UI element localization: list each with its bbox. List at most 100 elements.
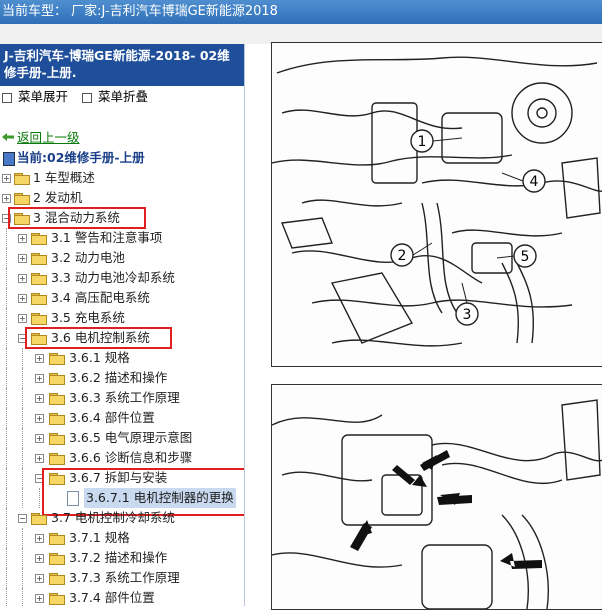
collapse-toggle[interactable]: − xyxy=(18,514,27,523)
expand-toggle[interactable]: + xyxy=(2,174,11,183)
collapse-menu-button[interactable]: 菜单折叠 xyxy=(82,86,148,108)
tree-item-label: 3 混合动力系统 xyxy=(33,210,120,225)
folder-icon xyxy=(31,233,47,245)
back-arrow-icon xyxy=(2,133,14,141)
expand-toggle[interactable]: + xyxy=(35,534,44,543)
collapse-toggle[interactable]: − xyxy=(18,334,27,343)
tree-item-3-6-5[interactable]: + 3.6.5 电气原理示意图 xyxy=(0,428,244,448)
expand-toggle[interactable]: + xyxy=(35,374,44,383)
tree-item-3-1[interactable]: + 3.1 警告和注意事项 xyxy=(0,228,244,248)
tree-item-3-6-4[interactable]: + 3.6.4 部件位置 xyxy=(0,408,244,428)
folder-icon xyxy=(31,253,47,265)
tree-item-3-6[interactable]: − 3.6 电机控制系统 xyxy=(0,327,244,349)
tree-item-3-6-3[interactable]: + 3.6.3 系统工作原理 xyxy=(0,388,244,408)
expand-toggle[interactable]: + xyxy=(18,274,27,283)
tree-item-label: 3.7.1 规格 xyxy=(69,530,130,545)
expand-toggle[interactable]: + xyxy=(35,554,44,563)
tree-item-3-7[interactable]: − 3.7 电机控制冷却系统 xyxy=(0,508,244,528)
folder-icon xyxy=(31,273,47,285)
expand-toggle[interactable]: + xyxy=(18,314,27,323)
folder-open-icon xyxy=(31,513,47,525)
expand-toggle[interactable]: + xyxy=(18,234,27,243)
tree-item-label: 3.3 动力电池冷却系统 xyxy=(51,270,175,285)
collapse-toggle[interactable]: − xyxy=(35,474,44,483)
folder-icon xyxy=(49,593,65,605)
expand-icon xyxy=(2,92,12,103)
expand-toggle[interactable]: + xyxy=(35,354,44,363)
tree-item-label: 3.7 电机控制冷却系统 xyxy=(51,510,175,525)
folder-icon xyxy=(49,353,65,365)
tree-item-label: 3.6.3 系统工作原理 xyxy=(69,390,180,405)
collapse-label: 菜单折叠 xyxy=(98,89,149,104)
tree-item-label: 3.6.6 诊断信息和步骤 xyxy=(69,450,193,465)
tree-item-label: 3.6.7 拆卸与安装 xyxy=(69,470,168,485)
expand-toggle[interactable]: + xyxy=(35,454,44,463)
tree-item-3-7-2[interactable]: + 3.7.2 描述和操作 xyxy=(0,548,244,568)
folder-icon xyxy=(31,313,47,325)
collapse-toggle[interactable]: − xyxy=(2,214,11,223)
expand-toggle[interactable]: + xyxy=(35,394,44,403)
tree-item-3-2[interactable]: + 3.2 动力电池 xyxy=(0,248,244,268)
tree-item-3-7-4[interactable]: + 3.7.4 部件位置 xyxy=(0,588,244,606)
tree-item-3-6-6[interactable]: + 3.6.6 诊断信息和步骤 xyxy=(0,448,244,468)
tree-item-3-6-1[interactable]: + 3.6.1 规格 xyxy=(0,348,244,368)
selected-tree-item-label[interactable]: 3.6.7.1 电机控制器的更换 xyxy=(84,488,236,508)
back-link-row[interactable]: 返回上一级 xyxy=(0,128,244,148)
expand-menu-button[interactable]: 菜单展开 xyxy=(2,86,68,108)
expand-toggle[interactable]: + xyxy=(18,254,27,263)
collapse-icon xyxy=(82,92,92,103)
document-icon xyxy=(67,491,79,506)
tree-item-label: 3.4 高压配电系统 xyxy=(51,290,150,305)
expand-toggle[interactable]: + xyxy=(18,294,27,303)
expand-toggle[interactable]: + xyxy=(35,414,44,423)
tree-item-3-3[interactable]: + 3.3 动力电池冷却系统 xyxy=(0,268,244,288)
tree-item-1[interactable]: + 1 车型概述 xyxy=(0,168,244,188)
callout-3: 3 xyxy=(463,307,472,323)
tree-item-3-6-2[interactable]: + 3.6.2 描述和操作 xyxy=(0,368,244,388)
tree-item-label: 2 发动机 xyxy=(33,190,83,205)
tree-item-label: 3.5 充电系统 xyxy=(51,310,125,325)
tree-item-label: 3.6.4 部件位置 xyxy=(69,410,155,425)
current-book-row: 当前:02维修手册-上册 xyxy=(0,148,244,168)
tree-item-label: 3.7.3 系统工作原理 xyxy=(69,570,180,585)
tree-item-3-7-3[interactable]: + 3.7.3 系统工作原理 xyxy=(0,568,244,588)
expand-toggle[interactable]: + xyxy=(35,594,44,603)
expand-toggle[interactable]: + xyxy=(35,574,44,583)
folder-open-icon xyxy=(31,333,47,345)
tree-item-2[interactable]: + 2 发动机 xyxy=(0,188,244,208)
book-icon xyxy=(3,152,15,166)
tree-item-3-5[interactable]: + 3.5 充电系统 xyxy=(0,308,244,328)
tree-item-3-7-1[interactable]: + 3.7.1 规格 xyxy=(0,528,244,548)
tree-item-label: 3.1 警告和注意事项 xyxy=(51,230,163,245)
expand-toggle[interactable]: + xyxy=(35,434,44,443)
folder-icon xyxy=(49,413,65,425)
folder-icon xyxy=(49,553,65,565)
tree-item-3-6-7-1[interactable]: 3.6.7.1 电机控制器的更换 xyxy=(0,488,244,508)
tree-item-label: 3.6.2 描述和操作 xyxy=(69,370,168,385)
tree-item-label: 3.6 电机控制系统 xyxy=(51,330,150,345)
expand-toggle[interactable]: + xyxy=(2,194,11,203)
callout-4: 4 xyxy=(530,174,539,190)
tree-item-label: 3.7.2 描述和操作 xyxy=(69,550,168,565)
folder-open-icon xyxy=(14,213,30,225)
menu-bar: 菜单展开 菜单折叠 xyxy=(0,86,244,108)
folder-icon xyxy=(49,533,65,545)
callout-5: 5 xyxy=(521,249,530,265)
back-link[interactable]: 返回上一级 xyxy=(17,128,80,148)
folder-icon xyxy=(14,193,30,205)
tree-item-3[interactable]: − 3 混合动力系统 xyxy=(0,207,244,229)
folder-icon xyxy=(49,573,65,585)
folder-icon xyxy=(49,433,65,445)
engine-bay-illustration: 1 2 3 4 5 xyxy=(272,56,602,347)
tree-item-label: 1 车型概述 xyxy=(33,170,95,185)
folder-icon xyxy=(49,393,65,405)
tree-item-label: 3.7.4 部件位置 xyxy=(69,590,155,605)
tree-item-3-6-7[interactable]: − 3.6.7 拆卸与安装 xyxy=(0,468,244,516)
removal-step-figure xyxy=(271,384,602,610)
tree-item-3-4[interactable]: + 3.4 高压配电系统 xyxy=(0,288,244,308)
callout-1: 1 xyxy=(418,134,427,150)
tree-item-label: 3.6.1 规格 xyxy=(69,350,130,365)
component-location-figure: 1 2 3 4 5 xyxy=(271,42,602,367)
toolbar-strip xyxy=(0,24,602,44)
navigation-panel: J-吉利汽车-博瑞GE新能源-2018- 02维修手册-上册. 菜单展开 菜单折… xyxy=(0,44,245,606)
